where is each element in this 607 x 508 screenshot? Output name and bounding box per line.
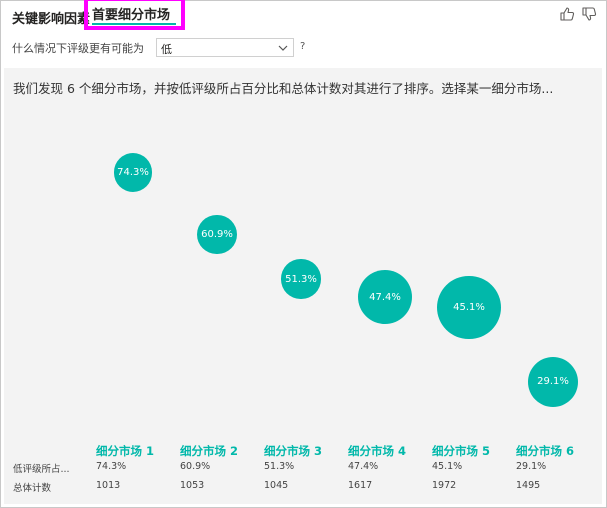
filter-row: 什么情况下评级更有可能为 低 ? — [12, 38, 305, 58]
segments-panel: 我们发现 6 个细分市场，并按低评级所占百分比和总体计数对其进行了排序。选择某一… — [4, 68, 602, 504]
segment-bubble-4[interactable]: 47.4% — [357, 270, 412, 325]
segment-title-6[interactable]: 细分市场 6 — [516, 443, 574, 459]
tab-key-influencers[interactable]: 关键影响因素 — [12, 4, 90, 31]
segment-total-count-5: 1972 — [432, 480, 457, 491]
segment-total-count-1: 1013 — [96, 480, 121, 491]
segment-low-rating-pct-4: 47.4% — [348, 461, 379, 472]
segment-low-rating-pct-2: 60.9% — [180, 461, 211, 472]
segment-bubble-6[interactable]: 29.1% — [527, 356, 579, 408]
segment-title-5[interactable]: 细分市场 5 — [432, 443, 490, 459]
segment-total-count-3: 1045 — [264, 480, 289, 491]
tab-highlight-box: 首要细分市场 — [84, 0, 185, 30]
segment-bubble-2[interactable]: 60.9% — [197, 214, 237, 255]
chevron-down-icon — [278, 45, 288, 51]
rating-dropdown[interactable]: 低 — [156, 38, 294, 57]
row-label-total-count: 总体计数 — [13, 483, 52, 494]
segment-title-4[interactable]: 细分市场 4 — [348, 443, 406, 459]
segment-bubble-5[interactable]: 45.1% — [437, 276, 501, 340]
segment-title-2[interactable]: 细分市场 2 — [180, 443, 238, 459]
segment-total-count-4: 1617 — [348, 480, 373, 491]
thumbs-down-icon[interactable] — [581, 6, 597, 22]
dropdown-value: 低 — [161, 43, 172, 56]
segment-bubble-3[interactable]: 51.3% — [281, 259, 321, 299]
segment-title-1[interactable]: 细分市场 1 — [96, 443, 154, 459]
row-label-low-rating: 低评级所占... — [13, 464, 70, 475]
feedback-buttons — [559, 6, 597, 22]
thumbs-up-icon[interactable] — [559, 6, 575, 22]
segment-low-rating-pct-5: 45.1% — [432, 461, 463, 472]
active-tab-underline — [92, 23, 176, 25]
segment-title-3[interactable]: 细分市场 3 — [264, 443, 322, 459]
segment-low-rating-pct-3: 51.3% — [264, 461, 295, 472]
segment-bubble-1[interactable]: 74.3% — [113, 153, 153, 192]
help-icon[interactable]: ? — [300, 41, 305, 52]
segment-low-rating-pct-1: 74.3% — [96, 461, 127, 472]
segment-total-count-2: 1053 — [180, 480, 205, 491]
filter-label: 什么情况下评级更有可能为 — [12, 42, 144, 55]
tab-top-segments[interactable]: 首要细分市场 — [92, 4, 170, 23]
segment-total-count-6: 1495 — [516, 480, 541, 491]
summary-text: 我们发现 6 个细分市场，并按低评级所占百分比和总体计数对其进行了排序。选择某一… — [13, 81, 554, 96]
segment-low-rating-pct-6: 29.1% — [516, 461, 547, 472]
